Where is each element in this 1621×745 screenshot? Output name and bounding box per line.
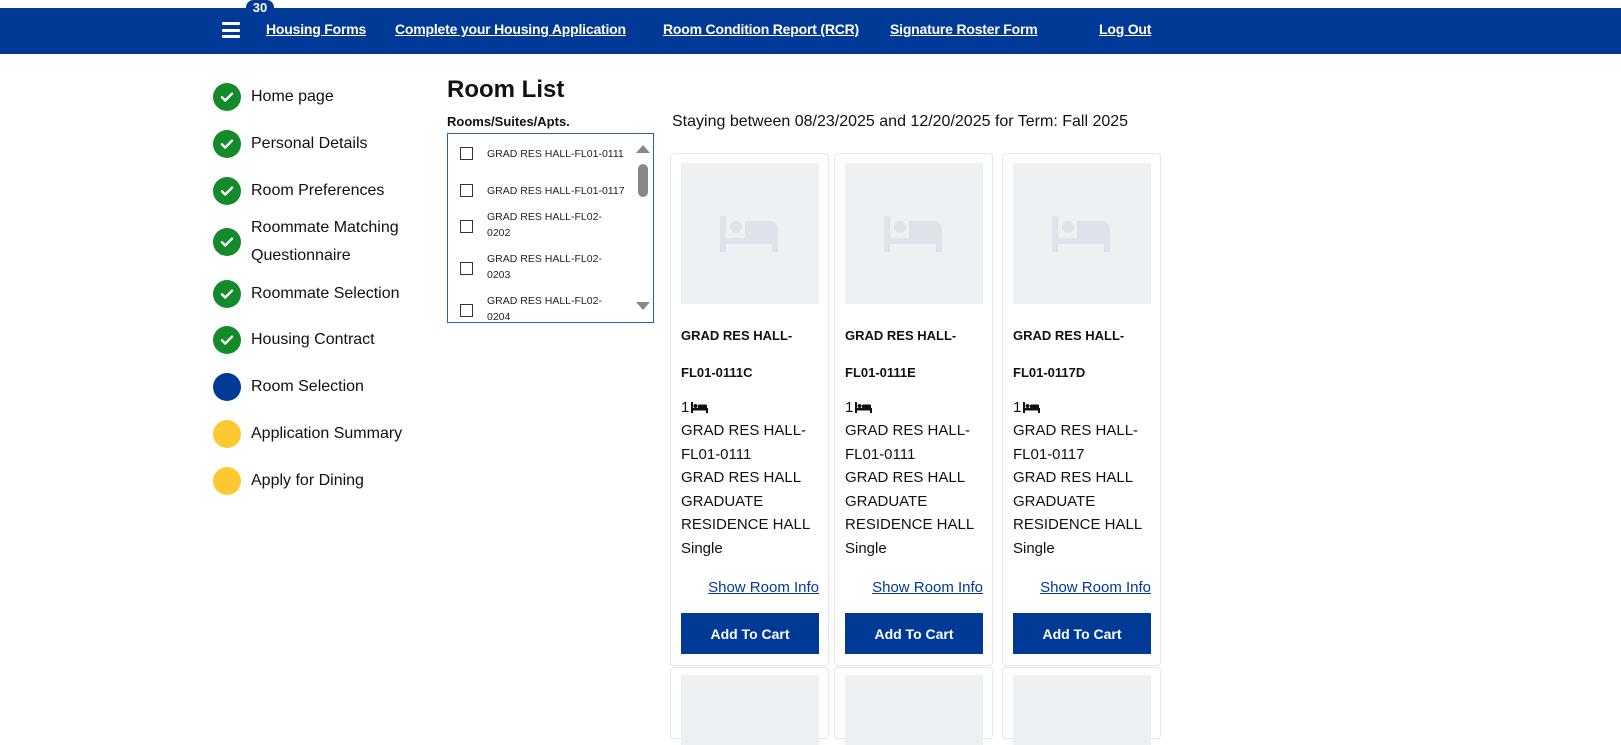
add-to-cart-button[interactable]: Add To Cart xyxy=(845,613,983,654)
nav-log-out[interactable]: Log Out xyxy=(1099,21,1151,37)
room-capacity: 1 xyxy=(681,399,709,416)
room-filter-option[interactable]: GRAD RES HALL-FL02-0203 xyxy=(460,251,625,283)
step-label: Application Summary xyxy=(251,425,403,442)
step-room-preferences[interactable]: Room Preferences xyxy=(213,177,433,205)
room-image-placeholder xyxy=(1013,675,1151,745)
nav-complete-housing-application[interactable]: Complete your Housing Application xyxy=(395,21,626,37)
room-filter-option[interactable]: GRAD RES HALL-FL01-0111 xyxy=(460,146,625,162)
checkbox[interactable] xyxy=(460,262,473,275)
step-label: Roommate Matching Questionnaire xyxy=(251,219,399,264)
room-capacity: 1 xyxy=(845,399,873,416)
scroll-down-arrow-icon[interactable] xyxy=(636,302,650,310)
step-housing-contract[interactable]: Housing Contract xyxy=(213,326,433,354)
room-capacity: 1 xyxy=(1013,399,1041,416)
step-roommate-selection[interactable]: Roommate Selection xyxy=(213,280,433,308)
bed-small-icon xyxy=(1023,402,1041,413)
pending-step-icon xyxy=(213,420,241,448)
room-card: GRAD RES HALL- FL01-0111C 1 GRAD RES HAL… xyxy=(670,153,829,666)
room-image-placeholder xyxy=(1013,163,1151,304)
room-image-placeholder xyxy=(681,163,819,304)
bed-small-icon xyxy=(691,402,709,413)
step-apply-for-dining[interactable]: Apply for Dining xyxy=(213,467,433,495)
room-card xyxy=(834,667,993,745)
room-image-placeholder xyxy=(681,675,819,745)
step-label: Home page xyxy=(251,88,334,105)
check-icon xyxy=(213,280,241,308)
show-room-info-link[interactable]: Show Room Info xyxy=(708,579,819,596)
step-application-summary[interactable]: Application Summary xyxy=(213,420,433,448)
top-nav-bar: Housing Forms Complete your Housing Appl… xyxy=(0,8,1621,54)
show-room-info-link[interactable]: Show Room Info xyxy=(1040,579,1151,596)
room-name: GRAD RES HALL- FL01-0111E xyxy=(845,328,957,380)
room-card xyxy=(1002,667,1161,745)
checkbox[interactable] xyxy=(460,220,473,233)
step-personal-details[interactable]: Personal Details xyxy=(213,130,433,158)
checkbox[interactable] xyxy=(460,184,473,197)
check-icon xyxy=(213,130,241,158)
hamburger-menu-icon[interactable] xyxy=(222,22,240,38)
step-label: Room Preferences xyxy=(251,182,385,199)
check-icon xyxy=(213,177,241,205)
nav-signature-roster-form[interactable]: Signature Roster Form xyxy=(890,21,1038,37)
nav-room-condition-report[interactable]: Room Condition Report (RCR) xyxy=(663,21,859,37)
room-filter-option[interactable]: GRAD RES HALL-FL02-0202 xyxy=(460,209,625,241)
step-label: Housing Contract xyxy=(251,331,375,348)
room-details: GRAD RES HALL-FL01-0111 GRAD RES HALL GR… xyxy=(681,422,811,557)
step-label: Apply for Dining xyxy=(251,472,364,489)
room-card: GRAD RES HALL- FL01-0111E 1 GRAD RES HAL… xyxy=(834,153,993,666)
page-title: Room List xyxy=(447,76,565,103)
notification-badge: 30 xyxy=(246,0,274,15)
room-name: GRAD RES HALL- FL01-0111C xyxy=(681,328,793,380)
room-card xyxy=(670,667,829,745)
check-icon xyxy=(213,83,241,111)
scrollbar-thumb[interactable] xyxy=(638,164,648,197)
checkbox[interactable] xyxy=(460,304,473,317)
check-icon xyxy=(213,228,241,256)
room-name: GRAD RES HALL- FL01-0117D xyxy=(1013,328,1125,380)
bed-icon xyxy=(720,216,778,252)
room-filter-option[interactable]: GRAD RES HALL-FL02-0204 xyxy=(460,293,625,322)
room-image-placeholder xyxy=(845,163,983,304)
rooms-filter-listbox[interactable]: GRAD RES HALL-FL01-0111 GRAD RES HALL-FL… xyxy=(447,133,654,323)
stay-dates-text: Staying between 08/23/2025 and 12/20/202… xyxy=(672,113,1129,130)
step-label: Room Selection xyxy=(251,378,364,395)
room-card: GRAD RES HALL- FL01-0117D 1 GRAD RES HAL… xyxy=(1002,153,1161,666)
step-label: Personal Details xyxy=(251,135,368,152)
filter-label: Rooms/Suites/Apts. xyxy=(447,114,570,129)
step-room-selection[interactable]: Room Selection xyxy=(213,373,433,401)
step-roommate-matching-questionnaire[interactable]: Roommate Matching Questionnaire xyxy=(213,214,433,270)
check-icon xyxy=(213,326,241,354)
step-home-page[interactable]: Home page xyxy=(213,83,433,111)
nav-housing-forms[interactable]: Housing Forms xyxy=(266,21,366,37)
checkbox[interactable] xyxy=(460,147,473,160)
room-image-placeholder xyxy=(845,675,983,745)
current-step-icon xyxy=(213,373,241,401)
room-filter-option[interactable]: GRAD RES HALL-FL01-0117 xyxy=(460,183,625,199)
scroll-up-arrow-icon[interactable] xyxy=(636,145,650,153)
show-room-info-link[interactable]: Show Room Info xyxy=(872,579,983,596)
step-label: Roommate Selection xyxy=(251,285,400,302)
bed-icon xyxy=(1052,216,1110,252)
room-details: GRAD RES HALL-FL01-0111 GRAD RES HALL GR… xyxy=(845,422,975,557)
bed-icon xyxy=(884,216,942,252)
pending-step-icon xyxy=(213,467,241,495)
bed-small-icon xyxy=(855,402,873,413)
add-to-cart-button[interactable]: Add To Cart xyxy=(1013,613,1151,654)
add-to-cart-button[interactable]: Add To Cart xyxy=(681,613,819,654)
room-details: GRAD RES HALL-FL01-0117 GRAD RES HALL GR… xyxy=(1013,422,1143,557)
